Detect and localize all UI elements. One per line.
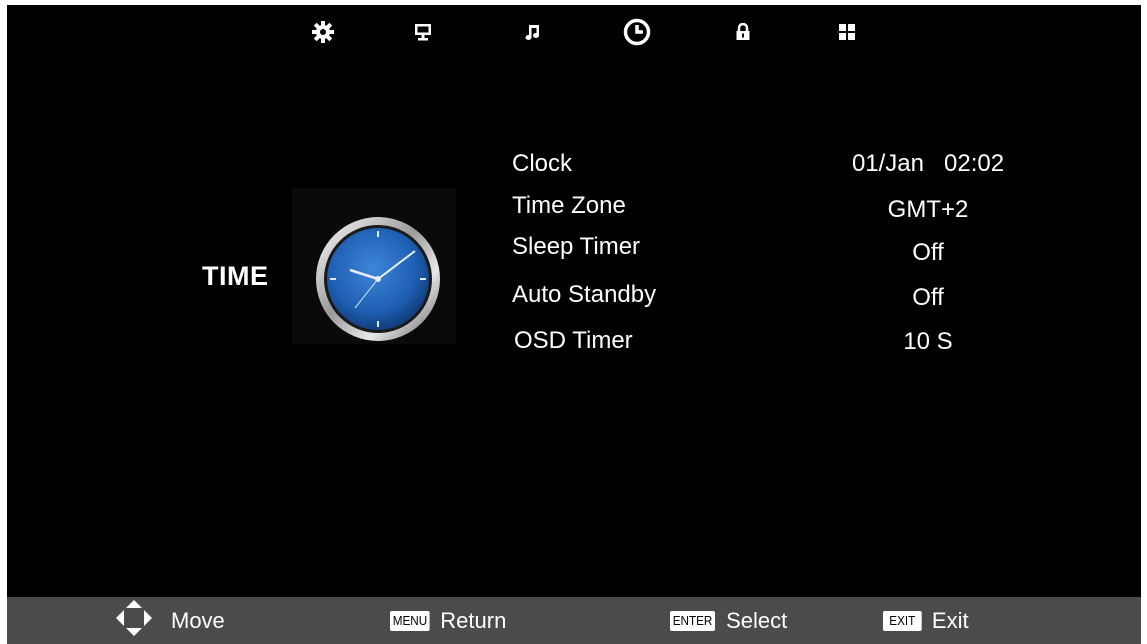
monitor-icon — [414, 23, 432, 41]
clock-label[interactable]: Clock — [512, 150, 572, 178]
auto-standby-label[interactable]: Auto Standby — [512, 281, 656, 309]
enter-key-badge: ENTER — [670, 610, 716, 631]
hint-select: ENTER Select — [670, 597, 787, 644]
tab-setup-grid[interactable] — [834, 19, 860, 45]
tv-menu-screen: TIME Clock 01/Jan 02:02 Time Zone GMT+2 … — [7, 5, 1141, 597]
grid-icon — [838, 23, 856, 41]
hint-select-label: Select — [726, 607, 788, 633]
clock-value[interactable]: 01/Jan 02:02 — [828, 150, 1028, 178]
hint-exit-label: Exit — [931, 607, 969, 633]
analog-clock-icon — [292, 188, 456, 344]
hint-bar: Move MENU Return ENTER Select EXIT Exit — [7, 597, 1141, 644]
dpad-icon — [115, 599, 153, 643]
sleep-timer-value[interactable]: Off — [828, 239, 1028, 267]
section-title: TIME — [202, 261, 269, 291]
tab-picture[interactable] — [410, 19, 436, 45]
osd-timer-label[interactable]: OSD Timer — [514, 327, 633, 355]
time-zone-value[interactable]: GMT+2 — [828, 196, 1028, 224]
time-zone-label[interactable]: Time Zone — [512, 192, 626, 220]
sleep-timer-label[interactable]: Sleep Timer — [512, 233, 640, 261]
lock-icon — [735, 23, 751, 41]
hint-return-label: Return — [440, 607, 507, 633]
auto-standby-value[interactable]: Off — [828, 284, 1028, 312]
tab-time[interactable] — [622, 17, 652, 47]
tab-lock[interactable] — [730, 19, 756, 45]
music-note-icon — [525, 23, 541, 41]
hint-return: MENU Return — [390, 597, 506, 644]
osd-timer-value[interactable]: 10 S — [828, 328, 1028, 356]
hint-move: Move — [115, 597, 225, 644]
exit-key-badge: EXIT — [883, 610, 922, 631]
menu-key-badge: MENU — [390, 610, 430, 631]
clock-icon — [623, 18, 651, 46]
tab-sound[interactable] — [520, 19, 546, 45]
tab-setup[interactable] — [310, 19, 336, 45]
hint-exit: EXIT Exit — [883, 597, 969, 644]
gear-icon — [312, 21, 334, 43]
hint-move-label: Move — [171, 607, 225, 633]
